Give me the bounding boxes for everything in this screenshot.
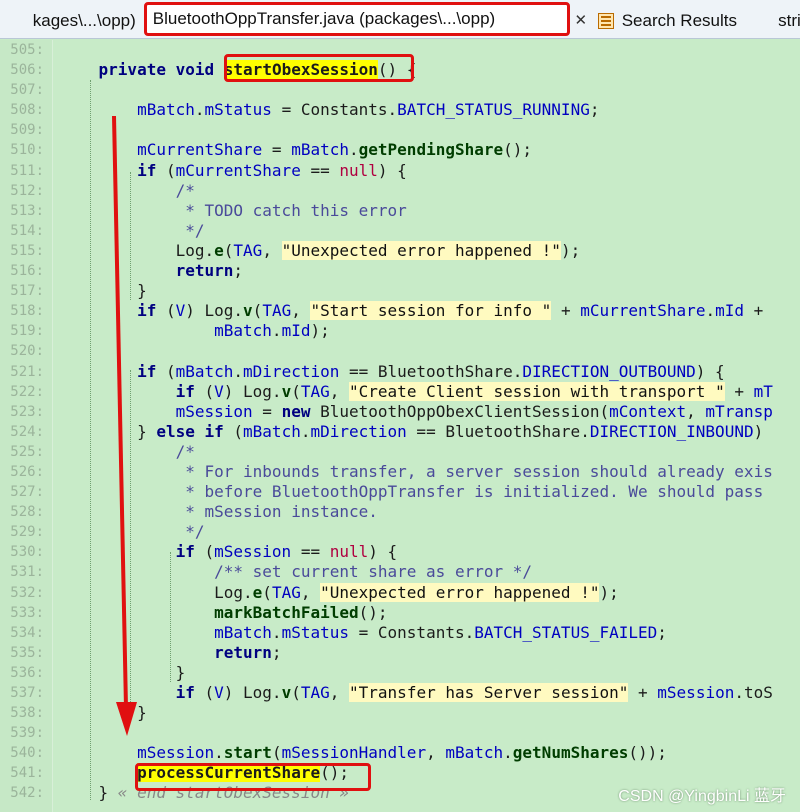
code-editor[interactable]: 505: 506: private void startObexSession()… xyxy=(0,40,800,812)
close-icon[interactable]: ✕ xyxy=(570,4,592,38)
tab-label: BluetoothOppTransfer.java (packages\...\… xyxy=(152,9,496,28)
red-flow-arrow xyxy=(112,115,137,736)
tab-previous-file[interactable]: kages\...\opp) xyxy=(0,4,144,38)
tab-label: Search Results xyxy=(621,11,737,30)
close-glyph: ✕ xyxy=(574,12,588,29)
tab-search-results[interactable]: Search Results xyxy=(592,4,770,38)
tab-label: strin xyxy=(778,11,800,30)
search-results-icon xyxy=(597,13,614,29)
editor-tab-bar: kages\...\opp) BluetoothOppTransfer.java… xyxy=(0,0,800,39)
tab-bluetooth-opp-transfer[interactable]: BluetoothOppTransfer.java (packages\...\… xyxy=(143,2,570,36)
tab-label: kages\...\opp) xyxy=(32,11,136,30)
csdn-watermark: CSDN @YingbinLi 蓝牙 xyxy=(618,788,786,805)
tab-string[interactable]: strin xyxy=(770,4,800,38)
